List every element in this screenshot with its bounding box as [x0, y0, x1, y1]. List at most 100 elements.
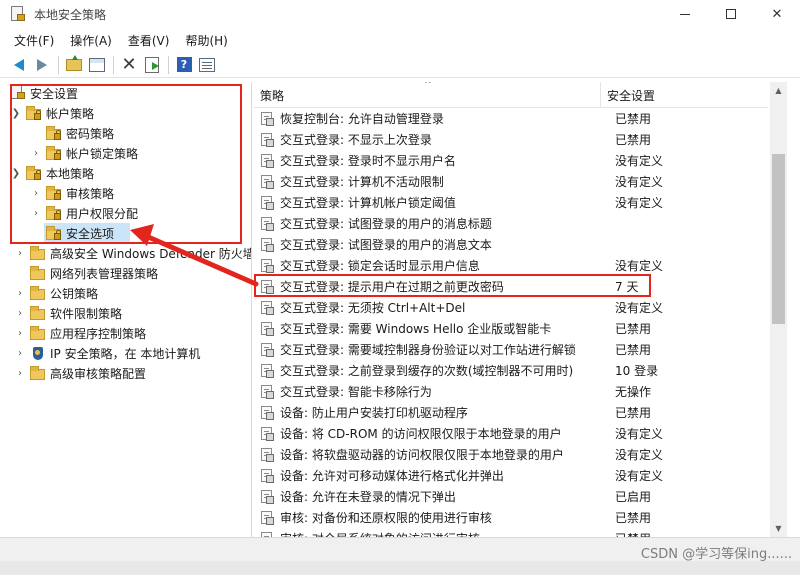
- tree-item-label: 网络列表管理器策略: [50, 266, 159, 281]
- tree-item-label: IP 安全策略，在 本地计算机: [50, 346, 201, 361]
- table-row[interactable]: 交互式登录: 计算机不活动限制 没有定义: [254, 171, 768, 192]
- tree-item-public-key[interactable]: › 公钥策略: [14, 283, 98, 303]
- maximize-button[interactable]: [708, 0, 754, 28]
- policy-name: 设备: 防止用户安装打印机驱动程序: [280, 406, 468, 420]
- table-row[interactable]: 交互式登录: 需要 Windows Hello 企业版或智能卡 已禁用: [254, 318, 768, 339]
- policy-setting: 已启用: [615, 490, 652, 504]
- policy-setting: 没有定义: [615, 175, 664, 189]
- help-button[interactable]: ?: [173, 54, 195, 76]
- policy-icon: [260, 195, 274, 210]
- menu-view[interactable]: 查看(V): [120, 32, 178, 49]
- table-row[interactable]: 设备: 将 CD-ROM 的访问权限仅限于本地登录的用户 没有定义: [254, 423, 768, 444]
- scrollbar-thumb[interactable]: [772, 154, 785, 324]
- table-row[interactable]: 设备: 防止用户安装打印机驱动程序 已禁用: [254, 402, 768, 423]
- ip-security-shield-icon: [30, 346, 46, 360]
- window-title: 本地安全策略: [34, 7, 107, 22]
- export-list-button[interactable]: [141, 54, 163, 76]
- show-hide-tree-button[interactable]: [86, 54, 108, 76]
- policy-name: 审核: 对全局系统对象的访问进行审核: [280, 530, 607, 537]
- table-row[interactable]: 交互式登录: 不显示上次登录 已禁用: [254, 129, 768, 150]
- minimize-button[interactable]: [662, 0, 708, 28]
- policy-icon: [260, 405, 274, 420]
- table-row[interactable]: 交互式登录: 无须按 Ctrl+Alt+Del 没有定义: [254, 297, 768, 318]
- policy-setting: 已禁用: [615, 112, 652, 126]
- policy-name: 交互式登录: 计算机不活动限制: [280, 175, 444, 189]
- policy-icon: [260, 237, 274, 252]
- table-row[interactable]: 交互式登录: 试图登录的用户的消息标题: [254, 213, 768, 234]
- menu-help[interactable]: 帮助(H): [177, 32, 235, 49]
- up-level-button[interactable]: [63, 54, 85, 76]
- forward-arrow-icon: [37, 58, 47, 71]
- table-row[interactable]: 交互式登录: 智能卡移除行为 无操作: [254, 381, 768, 402]
- table-row[interactable]: 设备: 允许在未登录的情况下弹出 已启用: [254, 486, 768, 507]
- table-row[interactable]: 交互式登录: 之前登录到缓存的次数(域控制器不可用时) 10 登录: [254, 360, 768, 381]
- policy-setting: 没有定义: [615, 301, 664, 315]
- policy-setting: 没有定义: [615, 154, 664, 168]
- tree-item-app-control[interactable]: › 应用程序控制策略: [14, 323, 146, 343]
- tree-item-label: 软件限制策略: [50, 306, 123, 321]
- policy-setting: 已禁用: [615, 133, 652, 147]
- table-row[interactable]: 审核: 对全局系统对象的访问进行审核已禁用: [254, 528, 768, 537]
- policy-setting: 没有定义: [615, 427, 664, 441]
- minimize-icon: [680, 13, 690, 15]
- table-row[interactable]: 交互式登录: 计算机帐户锁定阈值 没有定义: [254, 192, 768, 213]
- folder-icon: [30, 365, 46, 380]
- policy-icon: [260, 489, 274, 504]
- table-row[interactable]: 交互式登录: 锁定会话时显示用户信息 没有定义: [254, 255, 768, 276]
- watermark: CSDN @学习等保ing......: [640, 547, 792, 562]
- policy-icon: [260, 132, 274, 147]
- table-row[interactable]: 设备: 将软盘驱动器的访问权限仅限于本地登录的用户 没有定义: [254, 444, 768, 465]
- local-security-policy-icon: [10, 6, 26, 22]
- chevron-right-icon[interactable]: ›: [14, 248, 26, 259]
- policy-name: 审核: 对备份和还原权限的使用进行审核: [280, 511, 492, 525]
- policy-name: 交互式登录: 智能卡移除行为: [280, 385, 432, 399]
- chevron-right-icon[interactable]: ›: [14, 328, 26, 339]
- tree-item-advanced-audit[interactable]: › 高级审核策略配置: [14, 363, 146, 383]
- scroll-up-icon: ▲: [775, 86, 782, 95]
- tree-item-network-list[interactable]: 网络列表管理器策略: [30, 263, 158, 283]
- table-row[interactable]: 恢复控制台: 允许自动管理登录 已禁用: [254, 108, 768, 129]
- back-button[interactable]: [8, 54, 30, 76]
- delete-button[interactable]: ✕: [118, 54, 140, 76]
- column-header-label: 安全设置: [607, 88, 656, 103]
- table-row[interactable]: 交互式登录: 试图登录的用户的消息文本: [254, 234, 768, 255]
- chevron-right-icon[interactable]: ›: [14, 288, 26, 299]
- menu-file[interactable]: 文件(F): [6, 32, 62, 49]
- vertical-scrollbar[interactable]: ▲ ▼: [770, 82, 787, 537]
- table-row[interactable]: 设备: 允许对可移动媒体进行格式化并弹出 没有定义: [254, 465, 768, 486]
- policy-name: 恢复控制台: 允许自动管理登录: [280, 112, 444, 126]
- list-header: ^ 策略 安全设置: [254, 82, 768, 108]
- folder-icon: [30, 245, 46, 260]
- tree-item-software-restriction[interactable]: › 软件限制策略: [14, 303, 122, 323]
- chevron-right-icon[interactable]: ›: [14, 348, 26, 359]
- tree-item-defender-firewall[interactable]: › 高级安全 Windows Defender 防火墙: [14, 243, 252, 263]
- forward-button[interactable]: [31, 54, 53, 76]
- table-row[interactable]: 交互式登录: 需要域控制器身份验证以对工作站进行解锁 已禁用: [254, 339, 768, 360]
- policy-icon: [260, 321, 274, 336]
- toolbar-separator: [113, 55, 114, 74]
- tree-item-ip-security[interactable]: › IP 安全策略，在 本地计算机: [14, 343, 200, 363]
- bottom-strip: [0, 561, 800, 575]
- scroll-down-icon: ▼: [775, 524, 782, 533]
- table-row[interactable]: 审核: 对备份和还原权限的使用进行审核 已禁用: [254, 507, 768, 528]
- policy-setting: 已禁用: [615, 343, 652, 357]
- policy-icon: [260, 216, 274, 231]
- help-icon: ?: [176, 57, 192, 72]
- chevron-right-icon[interactable]: ›: [14, 368, 26, 379]
- table-row[interactable]: 交互式登录: 登录时不显示用户名 没有定义: [254, 150, 768, 171]
- properties-button[interactable]: [196, 54, 218, 76]
- close-button[interactable]: ✕: [754, 0, 800, 28]
- scroll-down-button[interactable]: ▼: [770, 520, 787, 537]
- policy-name: 设备: 允许对可移动媒体进行格式化并弹出: [280, 469, 504, 483]
- chevron-right-icon[interactable]: ›: [14, 308, 26, 319]
- menu-action[interactable]: 操作(A): [62, 32, 120, 49]
- column-header-policy[interactable]: ^ 策略: [254, 82, 601, 108]
- delete-icon: ✕: [121, 53, 137, 75]
- back-arrow-icon: [14, 58, 24, 71]
- tree-item-label: 高级安全 Windows Defender 防火墙: [50, 246, 252, 261]
- folder-icon: [30, 305, 46, 320]
- scroll-up-button[interactable]: ▲: [770, 82, 787, 99]
- column-header-setting[interactable]: 安全设置: [601, 82, 768, 108]
- annotation-box-row: [254, 274, 651, 297]
- sort-ascending-icon: ^: [424, 82, 432, 90]
